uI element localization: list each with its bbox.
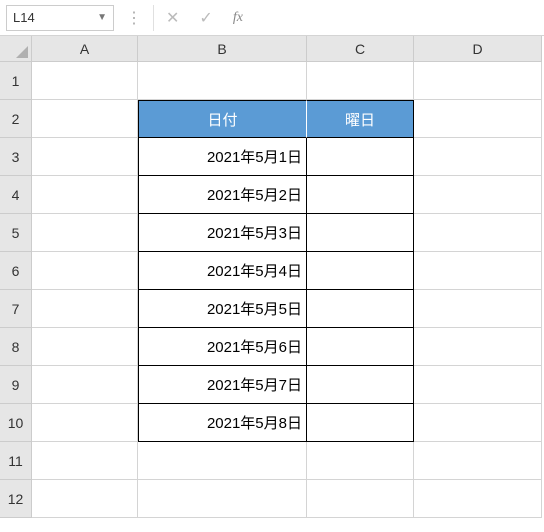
cell-date-1[interactable]: 2021年5月2日 (138, 176, 307, 214)
cell-c11[interactable] (307, 442, 414, 480)
grid-row-7: 2021年5月5日 (32, 290, 542, 328)
cell-d4[interactable] (414, 176, 542, 214)
cell-weekday-5[interactable] (307, 328, 414, 366)
grid-row-5: 2021年5月3日 (32, 214, 542, 252)
row-header-10[interactable]: 10 (0, 404, 32, 442)
grid-row-4: 2021年5月2日 (32, 176, 542, 214)
cell-d2[interactable] (414, 100, 542, 138)
cell-d3[interactable] (414, 138, 542, 176)
grid-row-3: 2021年5月1日 (32, 138, 542, 176)
row-header-8[interactable]: 8 (0, 328, 32, 366)
row-header-11[interactable]: 11 (0, 442, 32, 480)
cell-weekday-3[interactable] (307, 252, 414, 290)
select-all-corner[interactable] (0, 36, 32, 62)
cell-weekday-0[interactable] (307, 138, 414, 176)
cell-a7[interactable] (32, 290, 138, 328)
cell-d6[interactable] (414, 252, 542, 290)
grid-row-1 (32, 62, 542, 100)
col-header-c[interactable]: C (307, 36, 414, 62)
confirm-icon[interactable]: ✓ (199, 8, 212, 28)
table-header-date[interactable]: 日付 (138, 100, 307, 138)
cell-b1[interactable] (138, 62, 307, 100)
cell-a5[interactable] (32, 214, 138, 252)
cell-a9[interactable] (32, 366, 138, 404)
cell-weekday-6[interactable] (307, 366, 414, 404)
cell-a4[interactable] (32, 176, 138, 214)
cell-b11[interactable] (138, 442, 307, 480)
cell-date-4[interactable]: 2021年5月5日 (138, 290, 307, 328)
cell-d5[interactable] (414, 214, 542, 252)
cell-d7[interactable] (414, 290, 542, 328)
grid-row-6: 2021年5月4日 (32, 252, 542, 290)
row-header-4[interactable]: 4 (0, 176, 32, 214)
cancel-icon[interactable]: ✕ (166, 8, 179, 28)
grid-row-12 (32, 480, 542, 518)
cell-a8[interactable] (32, 328, 138, 366)
cell-d1[interactable] (414, 62, 542, 100)
grid-row-10: 2021年5月8日 (32, 404, 542, 442)
cell-weekday-7[interactable] (307, 404, 414, 442)
cell-a6[interactable] (32, 252, 138, 290)
row-header-9[interactable]: 9 (0, 366, 32, 404)
grid-row-8: 2021年5月6日 (32, 328, 542, 366)
cell-date-5[interactable]: 2021年5月6日 (138, 328, 307, 366)
column-headers: A B C D (32, 36, 542, 62)
cell-date-0[interactable]: 2021年5月1日 (138, 138, 307, 176)
row-header-2[interactable]: 2 (0, 100, 32, 138)
dots-separator: ⋮ (122, 8, 145, 28)
name-box-dropdown-icon[interactable]: ▼ (97, 12, 107, 23)
cell-a2[interactable] (32, 100, 138, 138)
cell-date-3[interactable]: 2021年5月4日 (138, 252, 307, 290)
fx-icon[interactable]: fx (233, 10, 243, 26)
col-header-b[interactable]: B (138, 36, 307, 62)
cell-a10[interactable] (32, 404, 138, 442)
cell-d11[interactable] (414, 442, 542, 480)
row-header-12[interactable]: 12 (0, 480, 32, 518)
cell-d8[interactable] (414, 328, 542, 366)
cell-d12[interactable] (414, 480, 542, 518)
cell-d10[interactable] (414, 404, 542, 442)
cell-a12[interactable] (32, 480, 138, 518)
row-header-3[interactable]: 3 (0, 138, 32, 176)
cell-weekday-1[interactable] (307, 176, 414, 214)
col-header-d[interactable]: D (414, 36, 542, 62)
row-header-1[interactable]: 1 (0, 62, 32, 100)
grid-row-2: 日付 曜日 (32, 100, 542, 138)
cell-b12[interactable] (138, 480, 307, 518)
cell-a1[interactable] (32, 62, 138, 100)
row-header-5[interactable]: 5 (0, 214, 32, 252)
cell-date-2[interactable]: 2021年5月3日 (138, 214, 307, 252)
table-header-weekday[interactable]: 曜日 (307, 100, 414, 138)
formula-bar: L14 ▼ ⋮ ✕ ✓ fx (0, 0, 544, 36)
cell-date-7[interactable]: 2021年5月8日 (138, 404, 307, 442)
cell-a3[interactable] (32, 138, 138, 176)
cell-a11[interactable] (32, 442, 138, 480)
name-box[interactable]: L14 ▼ (6, 5, 114, 31)
cell-c12[interactable] (307, 480, 414, 518)
row-headers: 1 2 3 4 5 6 7 8 9 10 11 12 (0, 62, 32, 518)
formula-input[interactable] (263, 5, 538, 31)
row-header-6[interactable]: 6 (0, 252, 32, 290)
grid-row-9: 2021年5月7日 (32, 366, 542, 404)
cell-c1[interactable] (307, 62, 414, 100)
cell-d9[interactable] (414, 366, 542, 404)
col-header-a[interactable]: A (32, 36, 138, 62)
cell-grid: 日付 曜日 2021年5月1日 2021年5月2日 2021年5月3日 2021… (32, 62, 542, 518)
cell-weekday-4[interactable] (307, 290, 414, 328)
grid-row-11 (32, 442, 542, 480)
name-box-value: L14 (13, 10, 97, 25)
formula-bar-buttons: ✕ ✓ fx (153, 5, 255, 31)
cell-weekday-2[interactable] (307, 214, 414, 252)
cell-date-6[interactable]: 2021年5月7日 (138, 366, 307, 404)
row-header-7[interactable]: 7 (0, 290, 32, 328)
